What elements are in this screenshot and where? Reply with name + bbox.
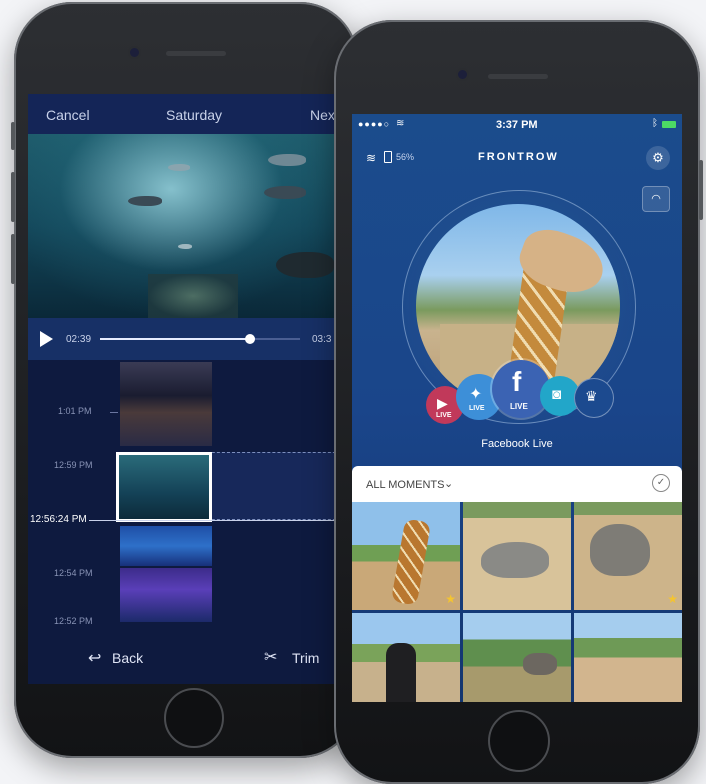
crown-icon: ♛ [585,388,598,404]
app-header: ≋ 56% FRONTROW ⚙ [352,144,682,174]
giraffe-shape [390,518,432,606]
editor-bottom-bar: ↩ Back ✂ Trim [28,632,346,684]
timeline[interactable]: 1:01 PM 12:59 PM 12:56:24 PM 12:54 PM 12… [28,360,346,632]
settings-gear-icon[interactable]: ⚙ [646,146,670,170]
timeline-thumbnail [120,568,212,622]
coral-shape [148,274,238,318]
moment-thumbnail[interactable]: ★ [574,502,682,610]
playback-bar: 02:39 03:3 [28,318,346,360]
front-camera [458,70,467,79]
mute-switch [11,122,15,150]
scrubber-time: 12:56:24 PM [28,514,89,525]
home-button[interactable] [488,710,550,772]
timeline-label: 12:59 PM [54,460,93,470]
selected-clip-frame[interactable] [116,452,212,522]
progress-track[interactable] [100,334,300,344]
chevron-down-icon[interactable]: ⌄ [444,477,453,490]
front-camera [130,48,139,57]
moment-thumbnail[interactable] [352,613,460,702]
trim-button[interactable]: Trim [292,650,319,666]
fish-shape [128,196,162,206]
elephant-shape [523,653,557,675]
status-bar: ●●●●○ ≋ 3:37 PM ᛒ [352,114,682,136]
moment-thumbnail[interactable]: ★ [352,502,460,610]
facebook-f-icon: f [512,366,522,397]
bluetooth-icon: ᛒ [652,118,658,129]
moments-grid: ★ ★ [352,502,682,702]
moment-thumbnail[interactable] [463,613,571,702]
favorite-star-icon[interactable]: ★ [667,592,678,606]
rhino-shape [481,542,549,578]
cancel-button[interactable]: Cancel [46,107,90,123]
earpiece-speaker [488,74,548,79]
wifi-icon: ≋ [366,151,377,165]
moments-filter-dropdown[interactable]: ALL MOMENTS [366,479,444,491]
end-time: 03:3 [312,334,332,345]
timeline-thumbnail [120,362,212,446]
video-editor-screen: Cancel Saturday Nex 02:39 03:3 1:01 PM 1… [28,94,346,684]
fish-shape [268,154,306,166]
scissors-icon[interactable]: ✂ [264,647,277,667]
live-tag: LIVE [469,405,485,412]
current-time: 02:39 [66,334,92,345]
rhino-shape [590,524,650,576]
timeline-label: 12:52 PM [54,616,93,626]
progress-handle[interactable] [245,334,255,344]
moment-thumbnail[interactable] [574,613,682,702]
play-icon[interactable] [40,331,53,347]
fish-shape [168,164,190,171]
selected-service-label: Facebook Live [481,438,553,450]
phone-left: Cancel Saturday Nex 02:39 03:3 1:01 PM 1… [11,2,358,758]
moment-thumbnail[interactable] [463,502,571,610]
wifi-status-icon: ≋ [396,118,405,129]
fish-shape [178,244,192,249]
editor-title: Saturday [166,107,223,123]
volume-up-button [11,172,15,222]
volume-down-button [11,234,15,284]
status-time: 3:37 PM [496,119,538,131]
person-shape [386,643,416,702]
fish-shape [264,186,306,199]
timeline-thumbnail [120,526,212,566]
device-battery-icon [384,151,392,163]
battery-icon [662,121,676,128]
favorite-star-icon[interactable]: ★ [445,592,456,606]
app-title: FRONTROW [478,151,559,163]
earpiece-speaker [166,51,226,56]
aquarium-video-preview [28,134,346,318]
editor-top-bar: Cancel Saturday Nex [28,94,346,134]
twitter-bird-icon: ✦ [469,386,483,403]
moments-header: ALL MOMENTS ⌄ ✓ [352,466,682,502]
camera-icon: ◙ [552,386,562,403]
timeline-label: 1:01 PM [58,406,92,416]
frontrow-screen: ●●●●○ ≋ 3:37 PM ᛒ ≋ 56% FRONTROW ⚙ ◠ ▶ L… [352,114,682,702]
fish-shape [276,252,334,278]
live-tag: LIVE [436,412,452,419]
youtube-icon: ▶ [437,395,448,411]
home-button[interactable] [164,688,224,748]
live-tag: LIVE [510,402,528,411]
back-button[interactable]: Back [112,650,143,666]
device-battery-level: 56% [396,152,415,162]
speed-gauge-icon[interactable]: ◠ [642,186,670,212]
phone-right: ●●●●○ ≋ 3:37 PM ᛒ ≋ 56% FRONTROW ⚙ ◠ ▶ L… [334,20,703,784]
timeline-tick [110,412,118,413]
power-button [699,160,703,220]
progress-fill [100,338,250,340]
back-arrow-icon[interactable]: ↩ [88,648,101,668]
next-button[interactable]: Nex [310,107,335,123]
selected-clip-thumbnail [119,455,209,519]
select-checkmark-icon[interactable]: ✓ [652,474,670,492]
timeline-label: 12:54 PM [54,568,93,578]
crown-button[interactable]: ♛ [574,378,614,418]
signal-strength: ●●●●○ [358,119,391,129]
